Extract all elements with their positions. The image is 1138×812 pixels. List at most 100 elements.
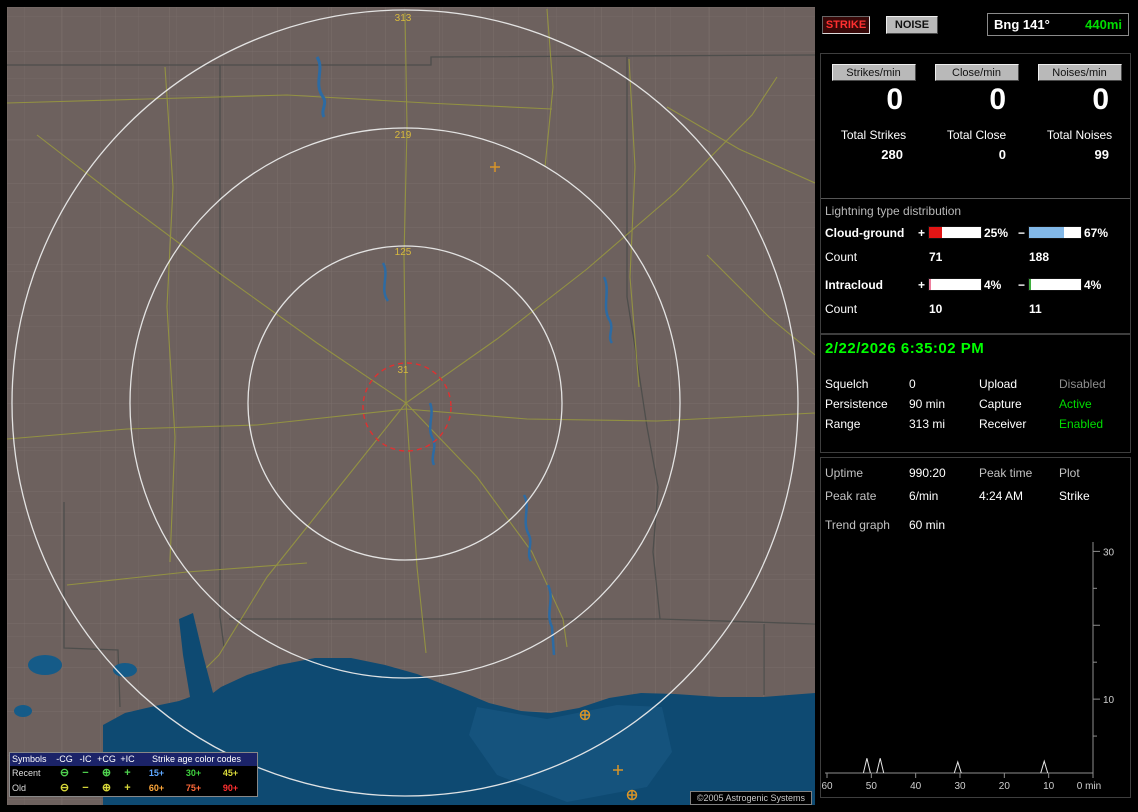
strikes-per-min-button[interactable]: Strikes/min xyxy=(831,64,916,81)
count-label: Count xyxy=(825,302,858,316)
close-per-min-button[interactable]: Close/min xyxy=(934,64,1019,81)
map-canvas[interactable]: 313 219 125 31 xyxy=(7,7,815,805)
receiver-label: Receiver xyxy=(979,417,1027,431)
svg-text:60: 60 xyxy=(821,781,833,792)
neg-cg-old-icon: ⊖ xyxy=(59,782,70,794)
total-strikes-value: 280 xyxy=(881,147,903,162)
intracloud-plus-count: 10 xyxy=(929,302,943,316)
squelch-label: Squelch xyxy=(825,377,869,391)
copyright-notice: ©2005 Astrogenic Systems xyxy=(689,791,812,805)
minus-sign: − xyxy=(1018,278,1026,292)
upload-label: Upload xyxy=(979,377,1018,391)
plus-sign: + xyxy=(918,226,926,240)
intracloud-count-row: Count 10 11 xyxy=(821,302,1130,318)
uptime-label: Uptime xyxy=(825,466,864,480)
trend-graph-value: 60 min xyxy=(909,518,946,532)
total-noises-label: Total Noises xyxy=(1046,128,1113,142)
svg-text:10: 10 xyxy=(1103,695,1115,706)
cloud-ground-plus-bar xyxy=(928,226,982,239)
legend-row-recent: Recent ⊖ − ⊕ + 15+ 30+ 45+ xyxy=(10,766,257,781)
squelch-value: 0 xyxy=(909,377,916,391)
plot-label: Plot xyxy=(1059,466,1080,480)
age-code-90: 90+ xyxy=(222,783,239,793)
legend-col-neg-ic: -IC xyxy=(79,754,92,764)
pos-ic-recent-icon: + xyxy=(124,767,131,779)
total-strikes-label: Total Strikes xyxy=(840,128,907,142)
range-label-125: 125 xyxy=(395,247,412,258)
cloud-ground-count-row: Count 71 188 xyxy=(821,250,1130,266)
trend-graph-row: Trend graph 60 min xyxy=(821,518,1130,538)
control-panel: STRIKE NOISE Bng 141° 440mi Strikes/min … xyxy=(820,7,1131,805)
legend-recent-label: Recent xyxy=(12,768,41,778)
datetime-display: 2/22/2026 6:35:02 PM xyxy=(825,340,985,357)
legend-header: Symbols -CG -IC +CG +IC Strike age color… xyxy=(10,753,257,766)
pos-cg-old-icon: ⊕ xyxy=(101,782,112,794)
intracloud-minus-pct: 4% xyxy=(1084,278,1102,292)
total-noises-value: 99 xyxy=(1094,147,1109,162)
distribution-title: Lightning type distribution xyxy=(825,204,962,218)
mode-toolbar: STRIKE NOISE Bng 141° 440mi xyxy=(820,7,1131,41)
legend-age-header: Strike age color codes xyxy=(151,754,242,764)
total-close-value: 0 xyxy=(998,147,1006,162)
noises-per-min-value: 0 xyxy=(1092,83,1109,116)
peak-rate-value: 6/min xyxy=(909,489,939,503)
count-label: Count xyxy=(825,250,858,264)
range-label-31: 31 xyxy=(397,365,409,376)
age-code-75: 75+ xyxy=(185,783,202,793)
intracloud-minus-bar xyxy=(1028,278,1082,291)
svg-text:10: 10 xyxy=(1043,781,1055,792)
svg-text:40: 40 xyxy=(910,781,922,792)
intracloud-plus-pct: 4% xyxy=(984,278,1002,292)
noises-per-min-button[interactable]: Noises/min xyxy=(1037,64,1122,81)
status-row: Squelch 0 Upload Disabled xyxy=(821,377,1130,397)
age-code-60: 60+ xyxy=(148,783,165,793)
bearing-display: Bng 141° 440mi xyxy=(987,13,1129,36)
close-column: Close/min 0 Total Close 0 xyxy=(925,64,1028,162)
section-divider xyxy=(821,198,1130,199)
neg-ic-recent-icon: − xyxy=(82,767,89,779)
minus-sign: − xyxy=(1018,226,1026,240)
range-label-313: 313 xyxy=(395,13,412,24)
noise-mode-button[interactable]: NOISE xyxy=(886,16,938,34)
cloud-ground-row: Cloud-ground + 25% − 67% xyxy=(821,226,1130,242)
legend-old-label: Old xyxy=(12,783,27,793)
intracloud-label: Intracloud xyxy=(825,278,884,292)
svg-text:30: 30 xyxy=(1103,547,1115,558)
total-close-label: Total Close xyxy=(946,128,1007,142)
peak-time-value: 4:24 AM xyxy=(979,489,1024,503)
age-code-45: 45+ xyxy=(222,768,239,778)
legend-col-pos-cg: +CG xyxy=(97,754,116,764)
receiver-value: Enabled xyxy=(1059,417,1104,431)
svg-text:50: 50 xyxy=(866,781,878,792)
persistence-label: Persistence xyxy=(825,397,888,411)
age-code-30: 30+ xyxy=(185,768,202,778)
plus-sign: + xyxy=(918,278,926,292)
noises-column: Noises/min 0 Total Noises 99 xyxy=(1028,64,1131,162)
range-label: Range xyxy=(825,417,861,431)
capture-label: Capture xyxy=(979,397,1022,411)
cloud-ground-minus-count: 188 xyxy=(1029,250,1050,264)
status-row: Persistence 90 min Capture Active xyxy=(821,397,1130,417)
svg-text:30: 30 xyxy=(954,781,966,792)
bearing-distance: 440mi xyxy=(1085,17,1122,32)
cloud-ground-minus-bar xyxy=(1028,226,1082,239)
stats-section: Strikes/min 0 Total Strikes 280 Close/mi… xyxy=(820,53,1131,334)
close-per-min-value: 0 xyxy=(989,83,1006,116)
peak-time-label: Peak time xyxy=(979,466,1033,480)
neg-cg-recent-icon: ⊖ xyxy=(59,767,70,779)
strike-mode-button[interactable]: STRIKE xyxy=(822,16,870,34)
trend-graph-label: Trend graph xyxy=(825,518,890,532)
status-row: Range 313 mi Receiver Enabled xyxy=(821,417,1130,437)
cloud-ground-minus-pct: 67% xyxy=(1084,226,1109,240)
cloud-ground-label: Cloud-ground xyxy=(825,226,905,240)
bearing-value: Bng 141° xyxy=(994,17,1050,32)
map-legend: Symbols -CG -IC +CG +IC Strike age color… xyxy=(9,752,258,797)
intracloud-minus-count: 11 xyxy=(1029,302,1042,316)
strikes-column: Strikes/min 0 Total Strikes 280 xyxy=(822,64,925,162)
plot-value: Strike xyxy=(1059,489,1090,503)
uptime-value: 990:20 xyxy=(909,466,946,480)
svg-text:0 min: 0 min xyxy=(1077,781,1101,792)
neg-ic-old-icon: − xyxy=(82,782,89,794)
svg-text:20: 20 xyxy=(999,781,1011,792)
pos-cg-recent-icon: ⊕ xyxy=(101,767,112,779)
